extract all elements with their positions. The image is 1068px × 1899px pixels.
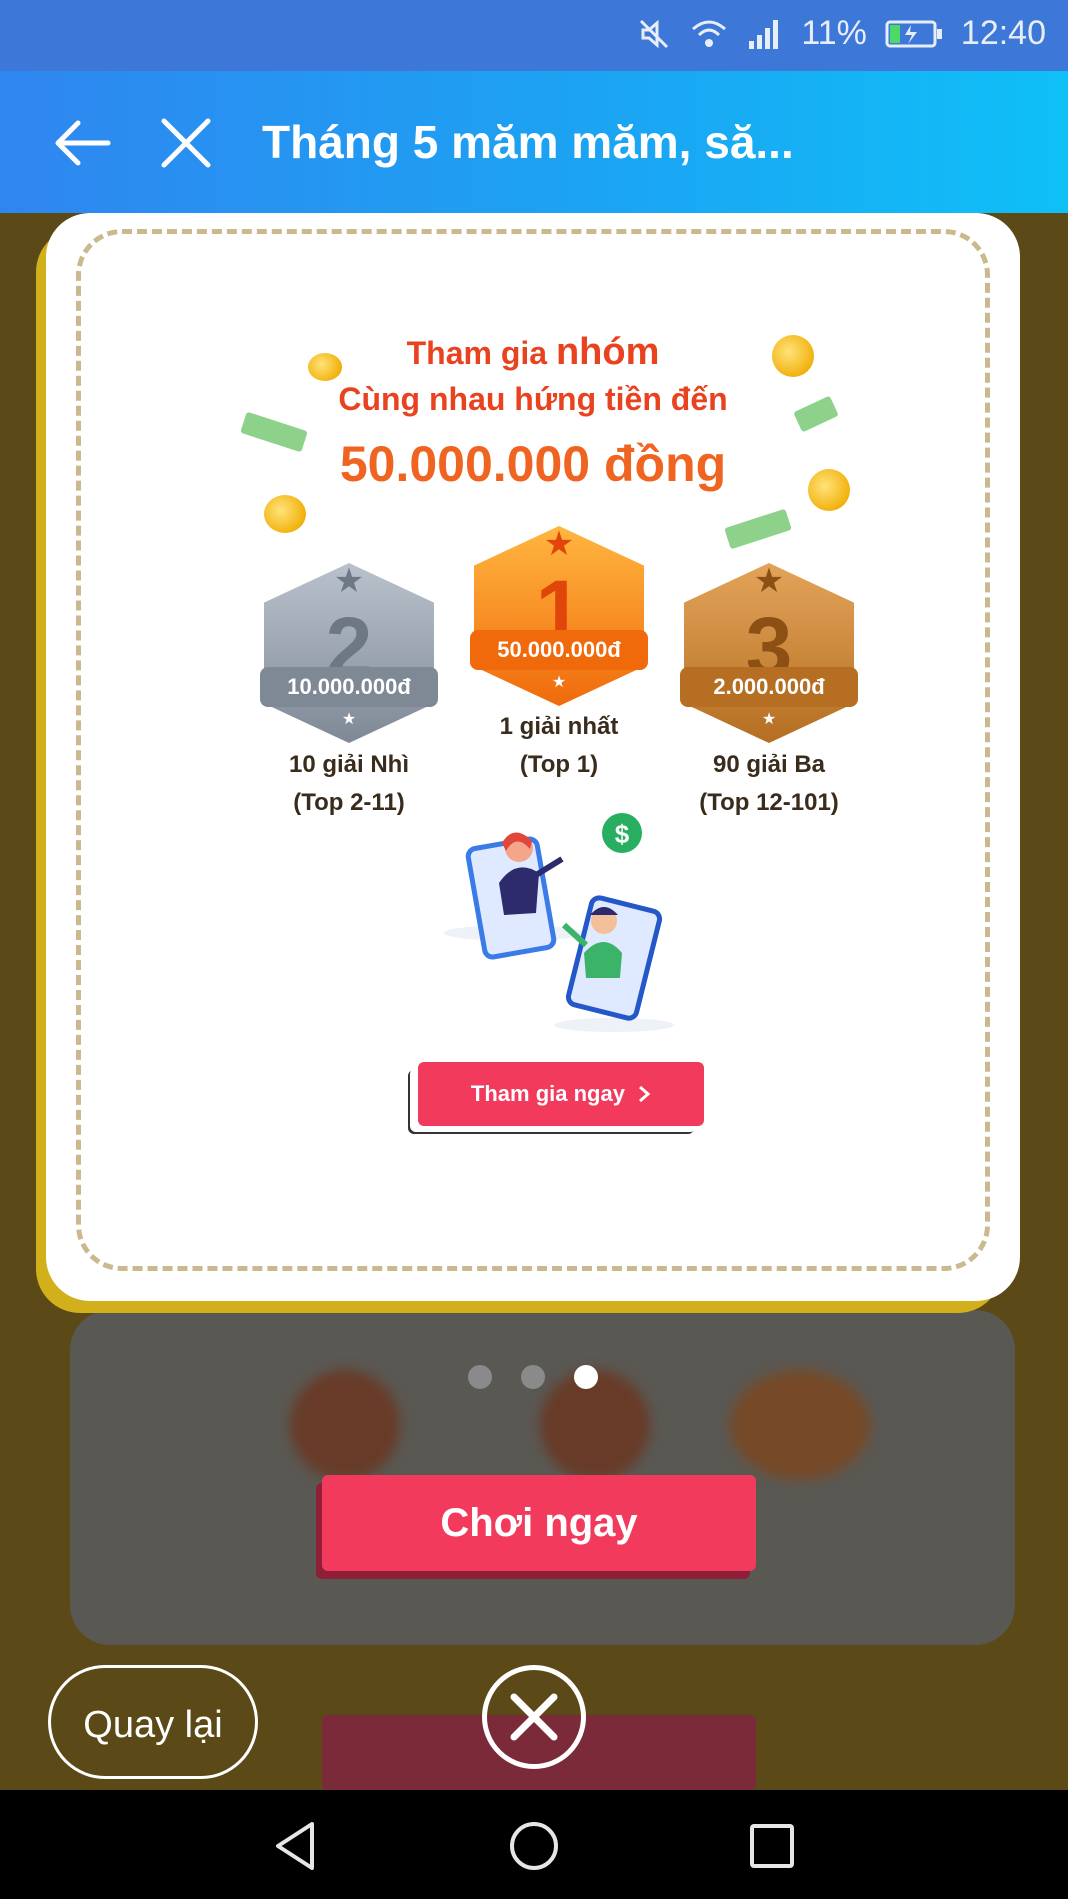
promo-subheading: Cùng nhau hứng tiền đến	[338, 381, 728, 417]
mute-icon	[640, 19, 669, 48]
nav-recents-icon[interactable]	[744, 1818, 800, 1874]
prize-label-second: 10 giải Nhì (Top 2-11)	[229, 746, 469, 822]
people-phones-illustration: $	[444, 813, 674, 1032]
coin-icon	[264, 495, 306, 533]
clock: 12:40	[960, 14, 1046, 52]
svg-text:$: $	[615, 819, 630, 849]
play-now-button[interactable]: Chơi ngay	[322, 1475, 756, 1571]
close-circle-icon	[510, 1693, 558, 1741]
close-icon[interactable]	[160, 117, 212, 169]
back-arrow-icon[interactable]	[52, 119, 112, 167]
page-title: Tháng 5 măm măm, să...	[262, 116, 794, 168]
prize-label-line1: 1 giải nhất	[499, 713, 619, 740]
medal-prize-amount: 10.000.000đ	[260, 667, 438, 707]
medal-third: ★ 3 2.000.000đ ★	[680, 562, 858, 743]
promo-heading-highlight: nhóm	[555, 331, 660, 373]
prize-label-first: 1 giải nhất (Top 1)	[439, 708, 679, 784]
prize-label-line2: (Top 1)	[519, 751, 599, 778]
status-bar: 11% 12:40	[0, 0, 1068, 71]
system-nav-bar	[0, 1790, 1068, 1899]
join-now-label: Tham gia ngay	[470, 1081, 625, 1106]
medal-first: ★ 1 50.000.000đ ★	[470, 525, 648, 706]
medal-prize-amount: 50.000.000đ	[470, 630, 648, 670]
medal-second: ★ 2 10.000.000đ ★	[260, 562, 438, 743]
nav-home-icon[interactable]	[506, 1818, 562, 1874]
battery-icon	[885, 20, 942, 47]
app-bar: Tháng 5 măm măm, să...	[0, 71, 1068, 213]
join-now-button[interactable]: Tham gia ngay	[418, 1062, 704, 1126]
promo-heading-prefix: Tham gia	[406, 335, 556, 371]
battery-percent: 11%	[801, 14, 867, 52]
back-button[interactable]: Quay lại	[48, 1665, 258, 1779]
carousel-dot[interactable]	[521, 1365, 545, 1389]
carousel-dot[interactable]	[468, 1365, 492, 1389]
promo-amount: 50.000.000 đồng	[339, 436, 727, 492]
wifi-icon	[692, 20, 727, 47]
nav-back-icon[interactable]	[268, 1818, 324, 1874]
prize-label-line1: 10 giải Nhì	[288, 751, 410, 778]
medal-prize-amount: 2.000.000đ	[680, 667, 858, 707]
promo-heading: Tham gia nhóm	[46, 331, 1020, 374]
prize-label-line1: 90 giải Ba	[712, 751, 826, 778]
carousel-dot-active[interactable]	[574, 1365, 598, 1389]
close-circle-button[interactable]	[482, 1665, 586, 1769]
chevron-right-icon	[639, 1085, 651, 1103]
promo-card: Tham gia nhóm Cùng nhau hứng tiền đến 50…	[46, 213, 1020, 1301]
signal-icon	[749, 19, 779, 49]
prize-label-line2: (Top 2-11)	[293, 789, 405, 816]
